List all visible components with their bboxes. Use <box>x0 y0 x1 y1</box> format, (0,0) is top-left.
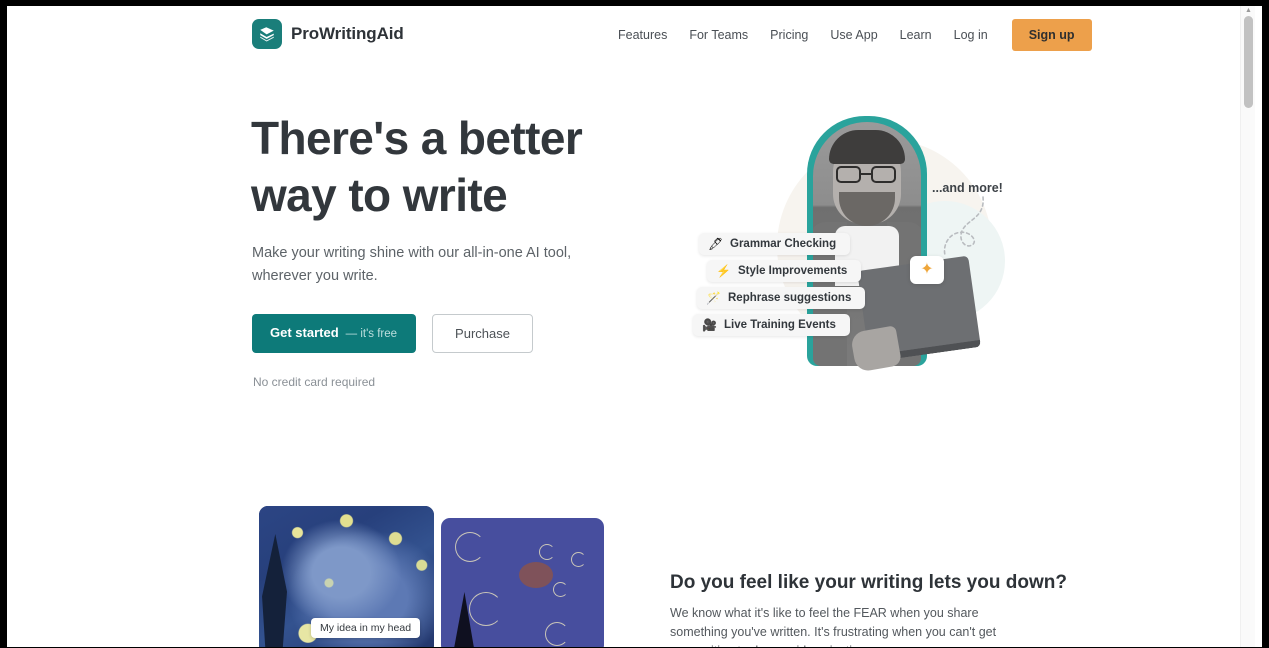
feature-chip-list: 🖋 Grammar Checking ⚡ Style Improvements … <box>693 233 866 336</box>
spiral-doodle <box>545 622 569 646</box>
section-title: Do you feel like your writing lets you d… <box>670 572 1067 593</box>
scroll-up-arrow-icon[interactable]: ▲ <box>1244 7 1253 15</box>
glasses-icon <box>836 166 898 183</box>
movie-camera-icon: 🎥 <box>702 318 717 332</box>
hero-illustration: ✦ 🖋 Grammar Checking ⚡ Style Improvement… <box>667 91 1067 401</box>
feature-chip-grammar-checking: 🖋 Grammar Checking <box>699 233 851 255</box>
sketch-panel <box>441 518 604 647</box>
spiral-doodle <box>539 544 555 560</box>
hero-title: There's a better way to write <box>251 112 583 221</box>
nav-features[interactable]: Features <box>607 28 678 42</box>
and-more-annotation: ...and more! <box>932 181 1003 195</box>
get-started-label: Get started <box>270 325 339 340</box>
brand-name: ProWritingAid <box>291 24 404 43</box>
page-viewport: ProWritingAid Features For Teams Pricing… <box>7 6 1255 647</box>
no-credit-card-note: No credit card required <box>253 375 376 389</box>
brand-logo-link[interactable]: ProWritingAid <box>252 19 404 49</box>
purchase-button[interactable]: Purchase <box>432 314 533 353</box>
artwork-caption: My idea in my head <box>311 618 421 638</box>
scrollbar-thumb[interactable] <box>1244 16 1253 108</box>
book-check-icon <box>252 19 282 49</box>
nav-use-app[interactable]: Use App <box>819 28 888 42</box>
hero-subtitle: Make your writing shine with our all-in-… <box>252 245 572 284</box>
spiral-doodle <box>455 532 485 562</box>
curly-arrow-icon <box>943 196 984 256</box>
sun-doodle <box>519 562 553 588</box>
get-started-button[interactable]: Get started — it's free <box>252 314 417 353</box>
beard <box>839 192 895 226</box>
feature-chip-label: Live Training Events <box>724 319 836 331</box>
nav-pricing[interactable]: Pricing <box>759 28 819 42</box>
hero-cta-row: Get started — it's free Purchase <box>252 314 533 353</box>
main-navigation: Features For Teams Pricing Use App Learn… <box>607 6 1092 63</box>
nav-for-teams[interactable]: For Teams <box>678 28 759 42</box>
magic-wand-icon: 🪄 <box>706 291 721 305</box>
spiral-doodle <box>571 552 586 567</box>
sign-up-button[interactable]: Sign up <box>1011 18 1092 51</box>
spiral-doodle <box>553 582 568 597</box>
feature-chip-label: Rephrase suggestions <box>728 292 852 304</box>
sparkle-icon: ✦ <box>910 256 944 284</box>
glasses-lens-right <box>871 166 896 183</box>
feature-chip-label: Style Improvements <box>738 265 848 277</box>
starry-night-painting: My idea in my head <box>259 506 434 647</box>
vertical-scrollbar[interactable]: ▲ <box>1240 6 1255 647</box>
nav-learn[interactable]: Learn <box>889 28 943 42</box>
feature-chip-label: Grammar Checking <box>730 238 837 250</box>
browser-frame: ProWritingAid Features For Teams Pricing… <box>7 6 1262 647</box>
lightning-bolt-icon: ⚡ <box>716 264 731 278</box>
spiral-doodle <box>469 592 503 626</box>
site-header: ProWritingAid Features For Teams Pricing… <box>7 6 1255 63</box>
get-started-suffix: — it's free <box>345 328 398 340</box>
hair <box>829 130 905 164</box>
glasses-lens-left <box>836 166 861 183</box>
section-body: We know what it's like to feel the FEAR … <box>670 606 997 647</box>
glasses-bridge <box>861 173 871 175</box>
artwork-comparison: My idea in my head <box>259 506 604 647</box>
feature-chip-rephrase-suggestions: 🪄 Rephrase suggestions <box>697 287 866 309</box>
nav-log-in[interactable]: Log in <box>943 28 999 42</box>
feature-chip-live-training-events: 🎥 Live Training Events <box>693 314 850 336</box>
feature-chip-style-improvements: ⚡ Style Improvements <box>707 260 862 282</box>
feather-quill-icon: 🖋 <box>708 237 724 251</box>
